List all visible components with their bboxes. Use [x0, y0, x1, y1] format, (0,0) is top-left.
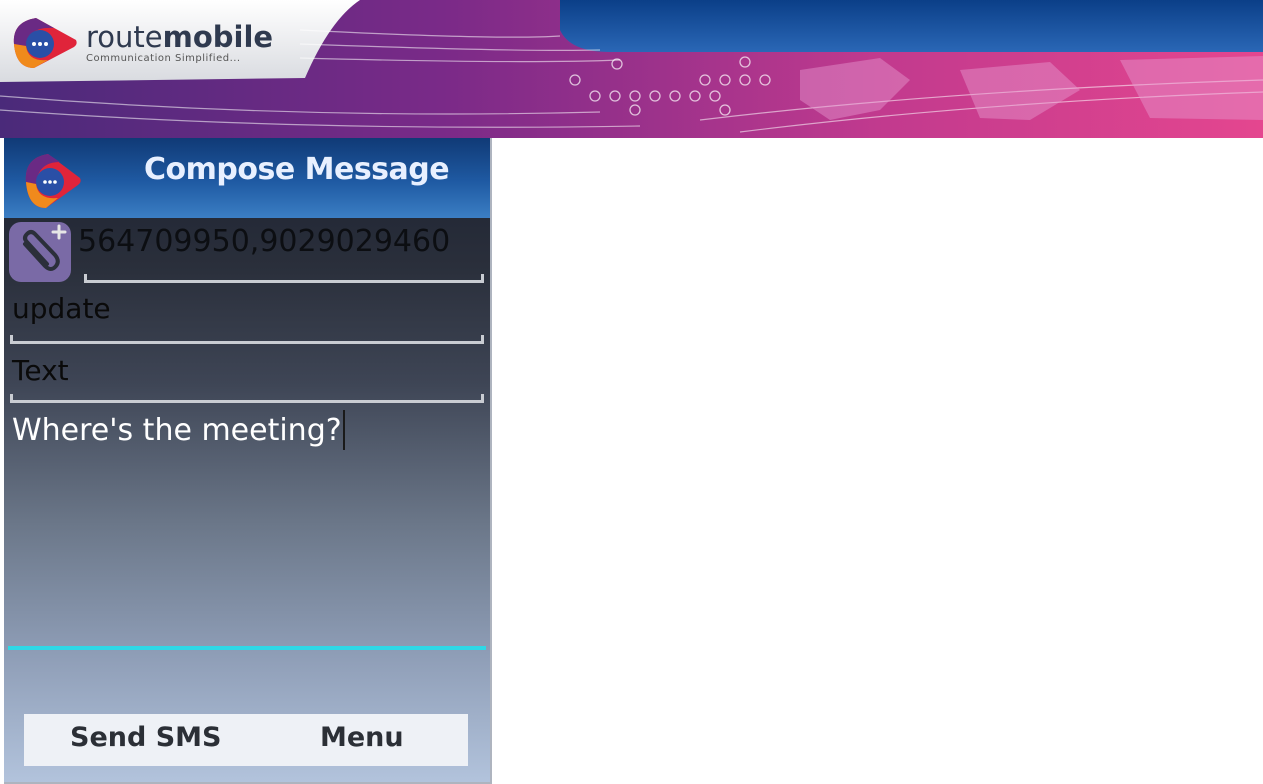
routemobile-logo-icon [13, 18, 77, 68]
title-bar: Compose Message [4, 138, 490, 218]
brand-name-light: route [86, 19, 163, 54]
message-body-input[interactable]: Where's the meeting? [12, 410, 345, 450]
phone-screen: Compose Message 564709950,9029029460 upd… [4, 138, 492, 784]
recipients-value: 564709950,9029029460 [78, 224, 451, 259]
message-type-field[interactable]: Text [12, 354, 69, 387]
subject-field[interactable]: update [12, 292, 111, 325]
type-underline [10, 394, 484, 403]
recipients-underline [84, 274, 484, 283]
menu-button[interactable]: Menu [320, 722, 404, 753]
attach-button[interactable] [9, 222, 71, 282]
text-caret [342, 410, 345, 450]
recipients-field[interactable]: 564709950,9029029460 [78, 224, 490, 264]
subject-underline [10, 335, 484, 344]
paperclip-add-icon [23, 224, 67, 271]
brand-name-bold: mobile [162, 19, 274, 54]
brand-tagline: Communication Simplified... [86, 52, 241, 64]
message-bubble-icon [25, 154, 81, 208]
brand-logo: routemobile Communication Simplified... [8, 14, 273, 72]
screen-title: Compose Message [144, 152, 450, 187]
message-body-underline [8, 646, 486, 650]
message-body-text: Where's the meeting? [12, 413, 342, 448]
send-sms-button[interactable]: Send SMS [70, 722, 221, 753]
softkey-bar: Send SMS Menu [24, 714, 468, 766]
header-banner: routemobile Communication Simplified... [0, 0, 1263, 138]
